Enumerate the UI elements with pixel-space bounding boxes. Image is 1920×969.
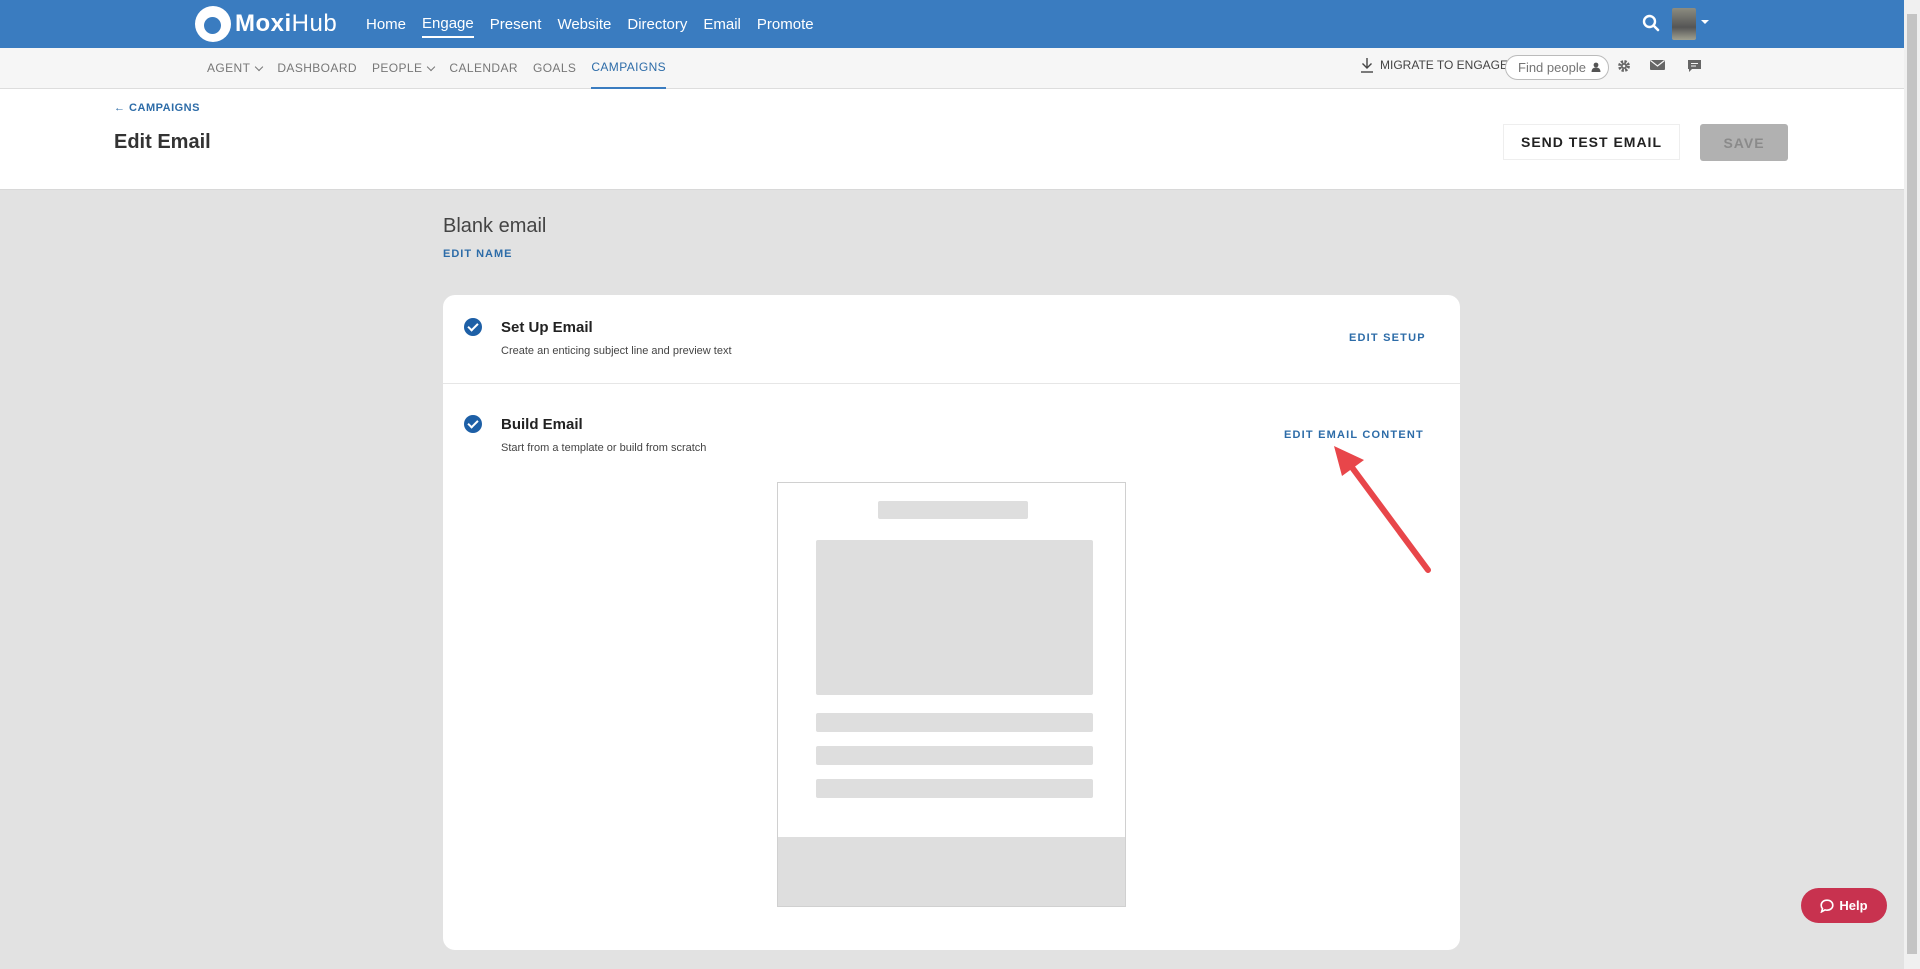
save-button[interactable]: SAVE <box>1700 124 1788 161</box>
subnav-item-goals[interactable]: GOALS <box>533 48 576 89</box>
check-circle-icon <box>464 415 482 433</box>
back-to-campaigns-link[interactable]: ← CAMPAIGNS <box>114 102 200 114</box>
step-description: Create an enticing subject line and prev… <box>501 345 732 357</box>
chevron-down-icon[interactable] <box>1701 20 1709 24</box>
top-nav-present[interactable]: Present <box>490 12 542 37</box>
preview-image-placeholder <box>816 540 1093 695</box>
subnav-item-campaigns[interactable]: CAMPAIGNS <box>591 48 667 89</box>
annotation-arrow-icon <box>1334 446 1431 573</box>
person-icon <box>1591 62 1601 72</box>
top-nav-engage[interactable]: Engage <box>422 11 474 38</box>
page-title: Edit Email <box>114 131 211 153</box>
step-description: Start from a template or build from scra… <box>501 442 707 454</box>
chevron-down-icon <box>427 62 436 72</box>
scrollbar-thumb[interactable] <box>1907 14 1917 954</box>
subnav-item-agent[interactable]: AGENT <box>207 48 264 89</box>
check-circle-icon <box>464 318 482 336</box>
help-label: Help <box>1839 898 1868 913</box>
email-name: Blank email <box>443 215 547 237</box>
preview-text-placeholder <box>816 713 1093 732</box>
help-button[interactable]: Help <box>1801 888 1887 923</box>
chat-icon[interactable] <box>1687 59 1702 73</box>
preview-footer-placeholder <box>778 837 1125 906</box>
preview-text-placeholder <box>816 746 1093 765</box>
top-nav: Home Engage Present Website Directory Em… <box>366 0 814 48</box>
logo-mark-icon <box>195 6 231 42</box>
edit-setup-link[interactable]: EDIT SETUP <box>1349 332 1426 344</box>
avatar[interactable] <box>1672 8 1696 40</box>
edit-name-link[interactable]: EDIT NAME <box>443 248 513 260</box>
email-steps-card: Set Up Email Create an enticing subject … <box>443 295 1460 950</box>
search-icon[interactable] <box>1642 14 1660 32</box>
migrate-label: MIGRATE TO ENGAGE <box>1380 58 1509 72</box>
divider <box>443 383 1460 384</box>
download-icon <box>1361 58 1373 73</box>
top-nav-directory[interactable]: Directory <box>627 12 687 37</box>
top-nav-email[interactable]: Email <box>703 12 741 37</box>
subnav-label: CAMPAIGNS <box>591 60 667 74</box>
subnav-item-people[interactable]: PEOPLE <box>371 48 436 89</box>
gear-icon[interactable] <box>1617 59 1631 73</box>
subnav-label: AGENT <box>207 61 251 75</box>
email-preview-thumbnail[interactable] <box>777 482 1126 907</box>
preview-text-placeholder <box>816 779 1093 798</box>
logo-text: MoxiHub <box>235 10 338 37</box>
send-test-email-button[interactable]: SEND TEST EMAIL <box>1503 124 1680 160</box>
top-nav-website[interactable]: Website <box>557 12 611 37</box>
step-title: Set Up Email <box>501 319 593 336</box>
mail-icon[interactable] <box>1650 59 1665 71</box>
top-bar: MoxiHub Home Engage Present Website Dire… <box>0 0 1904 48</box>
subnav-label: CALENDAR <box>449 61 518 75</box>
step-title: Build Email <box>501 416 583 433</box>
speech-bubble-icon <box>1820 898 1835 913</box>
top-nav-promote[interactable]: Promote <box>757 12 814 37</box>
page-header: ← CAMPAIGNS Edit Email SEND TEST EMAIL S… <box>0 89 1904 190</box>
subnav-label: DASHBOARD <box>277 61 357 75</box>
subnav-item-calendar[interactable]: CALENDAR <box>449 48 518 89</box>
top-nav-home[interactable]: Home <box>366 12 406 37</box>
preview-header-placeholder <box>878 501 1028 519</box>
moxihub-logo[interactable]: MoxiHub <box>195 6 337 42</box>
chevron-down-icon <box>255 62 264 72</box>
subnav-label: PEOPLE <box>371 61 423 75</box>
subnav-label: GOALS <box>532 61 577 75</box>
subnav-item-dashboard[interactable]: DASHBOARD <box>277 48 357 89</box>
migrate-to-engage-button[interactable]: MIGRATE TO ENGAGE <box>1360 57 1508 73</box>
